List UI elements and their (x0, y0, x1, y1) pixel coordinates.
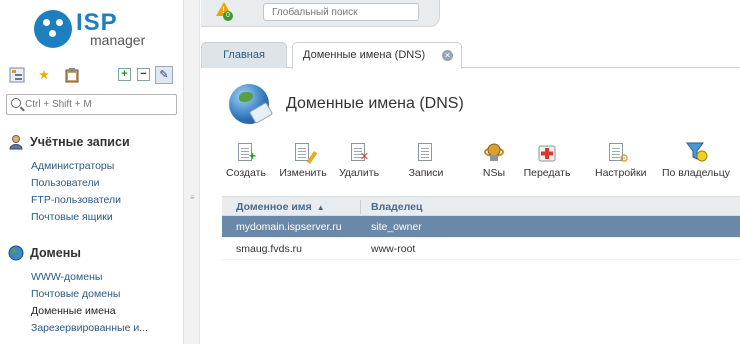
sidebar-item-domain-names[interactable]: Доменные имена (31, 303, 148, 320)
action-toolbar: + Создать Изменить ✕ Удалить Записи NSы … (225, 141, 740, 185)
settings-button[interactable]: ⚙ Настройки (595, 141, 647, 179)
sidebar-item-mail-domains[interactable]: Почтовые домены (31, 286, 148, 303)
delete-button[interactable]: ✕ Удалить (337, 141, 381, 179)
records-icon (416, 141, 436, 165)
group-accounts: Учётные записи Администраторы Пользовате… (8, 132, 130, 226)
expand-all-icon[interactable]: + (118, 68, 131, 81)
records-button[interactable]: Записи (405, 141, 447, 179)
collapse-all-icon[interactable]: − (137, 68, 150, 81)
user-accounts-icon (8, 134, 24, 150)
search-icon (11, 98, 21, 108)
create-icon: + (236, 141, 256, 165)
nameservers-icon (484, 141, 504, 165)
edit-label: Изменить (279, 167, 327, 179)
menu-search-input[interactable] (25, 97, 173, 112)
ispmanager-logo[interactable]: ISP manager (34, 9, 154, 50)
settings-label: Настройки (595, 167, 647, 179)
column-divider[interactable] (360, 200, 361, 214)
table-row[interactable]: mydomain.ispserver.ru site_owner (222, 216, 740, 238)
tab-domain-names-label: Доменные имена (DNS) (303, 49, 426, 61)
create-button[interactable]: + Создать (225, 141, 267, 179)
filter-owner-icon (686, 141, 708, 165)
close-tab-icon[interactable]: ✕ (442, 50, 453, 61)
page-title: Доменные имена (DNS) (286, 95, 464, 112)
sidebar-toolbar: ★ + − ✎ (8, 66, 178, 86)
tab-bar: Главная Доменные имена (DNS) ✕ (201, 42, 740, 69)
globe-icon (8, 245, 24, 261)
group-domains-title: Домены (30, 246, 81, 260)
notification-count-badge: 0 (223, 11, 233, 21)
cell-domain: mydomain.ispserver.ru (236, 221, 342, 233)
sidebar-item-reserved[interactable]: Зарезервированные и... (31, 320, 148, 337)
transfer-icon (537, 141, 557, 165)
tab-main[interactable]: Главная (201, 42, 287, 68)
main-content: Доменные имена (DNS) + Создать Изменить … (201, 69, 740, 344)
group-domains: Домены WWW-домены Почтовые домены Доменн… (8, 243, 148, 337)
logo-mark-icon (34, 10, 72, 48)
logo-text-bottom: manager (90, 32, 146, 48)
sidebar-item-administrators[interactable]: Администраторы (31, 158, 130, 175)
group-accounts-header[interactable]: Учётные записи (8, 132, 130, 152)
transfer-label: Передать (523, 167, 571, 179)
notifications-button[interactable]: ! 0 (214, 2, 234, 22)
group-domains-header[interactable]: Домены (8, 243, 148, 263)
filter-by-owner-label: По владельцу (661, 167, 731, 179)
cell-owner: www-root (371, 243, 416, 255)
domain-names-table: Доменное имя ▲ Владелец mydomain.ispserve… (222, 196, 740, 260)
sidebar-item-users[interactable]: Пользователи (31, 175, 130, 192)
splitter-grip-icon: ≡ (190, 193, 195, 202)
sidebar-item-mailboxes[interactable]: Почтовые ящики (31, 209, 130, 226)
menu-tree-icon[interactable] (8, 66, 26, 84)
settings-icon: ⚙ (607, 141, 629, 165)
tab-domain-names[interactable]: Доменные имена (DNS) ✕ (292, 42, 462, 69)
global-search-input[interactable] (263, 3, 419, 21)
column-domain-label: Доменное имя (236, 201, 312, 213)
clipboard-icon[interactable] (63, 66, 81, 84)
column-header-domain[interactable]: Доменное имя ▲ (236, 201, 325, 213)
edit-icon (293, 141, 318, 165)
transfer-button[interactable]: Передать (521, 141, 573, 179)
nameservers-button[interactable]: NSы (479, 141, 509, 179)
sidebar-item-ftp-users[interactable]: FTP-пользователи (31, 192, 130, 209)
cell-domain: smaug.fvds.ru (236, 243, 302, 255)
table-header: Доменное имя ▲ Владелец (222, 196, 740, 216)
favorites-star-icon[interactable]: ★ (35, 66, 53, 84)
sidebar-item-www-domains[interactable]: WWW-домены (31, 269, 148, 286)
column-header-owner[interactable]: Владелец (371, 201, 422, 213)
filter-by-owner-button[interactable]: По владельцу (659, 141, 733, 179)
create-label: Создать (226, 167, 266, 179)
table-row[interactable]: smaug.fvds.ru www-root (222, 238, 740, 260)
group-accounts-title: Учётные записи (30, 135, 130, 149)
nameservers-label: NSы (482, 167, 506, 179)
sidebar: ISP manager ★ + − ✎ Учётные записи Админ… (0, 0, 183, 344)
top-bar: ! 0 (201, 0, 440, 27)
sidebar-splitter[interactable]: ≡ (183, 0, 200, 344)
cell-owner: site_owner (371, 221, 422, 233)
dns-globe-icon (229, 84, 277, 130)
delete-icon: ✕ (349, 141, 369, 165)
records-label: Записи (408, 167, 444, 179)
sort-ascending-icon: ▲ (316, 203, 325, 212)
delete-label: Удалить (338, 167, 380, 179)
pin-icon[interactable]: ✎ (155, 66, 173, 84)
edit-button[interactable]: Изменить (277, 141, 329, 179)
menu-search[interactable] (6, 94, 177, 115)
